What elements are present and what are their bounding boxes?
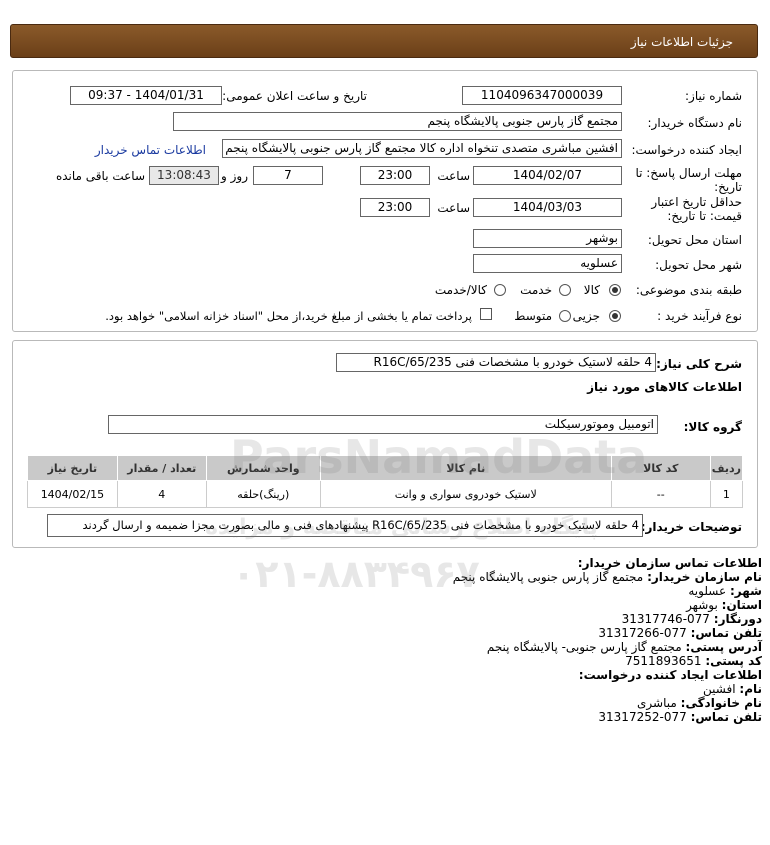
deadline-time-field[interactable]: 23:00 [360, 166, 430, 185]
buyer-org-field[interactable]: مجتمع گاز پارس جنوبی پالایشگاه پنجم [173, 112, 622, 131]
process-radio-medium[interactable] [559, 308, 571, 322]
contact-org: نام سازمان خریدار: مجتمع گاز پارس جنوبی … [452, 570, 762, 584]
goods-table: ردیف کد کالا نام کالا واحد شمارش تعداد /… [27, 455, 744, 508]
creator-field[interactable]: افشین مباشری متصدی تنخواه اداره کالا مجت… [222, 139, 622, 158]
cell-qty: 4 [116, 480, 207, 508]
validity-time-field[interactable]: 23:00 [360, 198, 430, 217]
category-service-label: خدمت [520, 283, 552, 297]
radio-empty-icon [494, 283, 506, 296]
contact-address: آدرس پستی: مجتمع گاز پارس جنوبی- پالایشگ… [486, 640, 762, 654]
category-radio-service[interactable] [559, 282, 571, 296]
creator-label: ایجاد کننده درخواست: [631, 143, 742, 157]
contact-fax: دورنگار: 077-31317746 [621, 612, 762, 626]
creator-family: نام خانوادگی: مباشری [637, 696, 762, 710]
need-desc-field[interactable]: 4 حلقه لاستیک خودرو با مشخصات فنی R16C/6… [336, 353, 656, 372]
process-label: نوع فرآیند خرید : [657, 309, 742, 323]
table-header-row: ردیف کد کالا نام کالا واحد شمارش تعداد /… [27, 455, 744, 481]
days-label: روز و [221, 169, 248, 183]
category-radio-goods[interactable] [609, 282, 621, 296]
cell-row: 1 [709, 480, 744, 508]
goods-info-title: اطلاعات کالاهای مورد نیاز [587, 380, 742, 394]
table-row[interactable]: 1 -- لاستیک خودروی سواری و وانت (رینگ)حل… [27, 480, 744, 508]
remaining-time-field: 13:08:43 [149, 166, 219, 185]
contact-section: اطلاعات تماس سازمان خریدار: نام سازمان خ… [22, 556, 762, 724]
radio-selected-icon [609, 309, 621, 322]
need-desc-label: شرح کلی نیاز: [656, 357, 742, 371]
category-label: طبقه بندی موضوعی: [635, 283, 742, 297]
validity-date-field[interactable]: 1404/03/03 [473, 198, 622, 217]
process-minor-label: جزیی [572, 309, 600, 323]
radio-empty-icon [559, 309, 571, 322]
contact-phone: تلفن تماس: 077-31317266 [598, 626, 762, 640]
page-header: جزئیات اطلاعات نیاز [10, 24, 758, 58]
goods-group-field[interactable]: اتومبیل وموتورسیکلت [108, 415, 658, 434]
page-title: جزئیات اطلاعات نیاز [630, 35, 733, 49]
contact-info-link[interactable]: اطلاعات تماس خریدار [95, 143, 206, 157]
validity-time-label: ساعت [437, 201, 470, 215]
col-unit-header: واحد شمارش [205, 455, 321, 481]
announce-label: تاریخ و ساعت اعلان عمومی: [222, 89, 367, 103]
validity-label-1: حداقل تاریخ اعتبار [651, 195, 742, 209]
deadline-date-field[interactable]: 1404/02/07 [473, 166, 622, 185]
city-label: شهر محل تحویل: [655, 258, 742, 272]
cell-code: -- [610, 480, 711, 508]
province-field[interactable]: بوشهر [473, 229, 622, 248]
buyer-org-label: نام دستگاه خریدار: [647, 116, 743, 130]
creator-phone: تلفن تماس: 077-31317252 [598, 710, 762, 724]
remaining-label: ساعت باقی مانده [55, 169, 145, 183]
deadline-label-1: مهلت ارسال پاسخ: تا [635, 166, 742, 180]
cell-unit: (رینگ)حلقه [205, 480, 321, 508]
category-radio-both[interactable] [494, 282, 506, 296]
col-qty-header: تعداد / مقدار [116, 455, 207, 481]
province-label: استان محل تحویل: [647, 233, 742, 247]
radio-empty-icon [559, 283, 571, 296]
category-goods-label: کالا [583, 283, 600, 297]
deadline-time-label: ساعت [437, 169, 470, 183]
deadline-label-2: تاریخ: [714, 180, 742, 194]
col-row-header: ردیف [709, 455, 744, 481]
col-name-header: نام کالا [319, 455, 612, 481]
days-field[interactable]: 7 [253, 166, 323, 185]
category-both-label: کالا/خدمت [434, 283, 487, 297]
col-date-header: تاریخ نیاز [27, 455, 118, 481]
col-code-header: کد کالا [610, 455, 711, 481]
announce-field[interactable]: 1404/01/31 - 09:37 [70, 86, 222, 105]
buyer-notes-field[interactable]: 4 حلقه لاستیک خودرو با مشخصات فنی R16C/6… [47, 514, 643, 537]
contact-province: استان: بوشهر [686, 598, 762, 612]
radio-selected-icon [609, 283, 621, 296]
cell-date: 1404/02/15 [27, 480, 118, 508]
contact-postal: کد پستی: 7511893651 [625, 654, 762, 668]
validity-label-2: قیمت: تا تاریخ: [667, 209, 742, 223]
contact-title: اطلاعات تماس سازمان خریدار: [577, 556, 762, 570]
need-number-label: شماره نیاز: [685, 89, 742, 103]
process-medium-label: متوسط [514, 309, 552, 323]
contact-city: شهر: عسلویه [688, 584, 762, 598]
cell-name: لاستیک خودروی سواری و وانت [319, 480, 612, 508]
process-radio-minor[interactable] [609, 308, 621, 322]
treasury-checkbox[interactable] [480, 308, 492, 320]
need-number-field[interactable]: 1104096347000039 [462, 86, 622, 105]
creator-title: اطلاعات ایجاد کننده درخواست: [578, 668, 762, 682]
buyer-notes-label: توضیحات خریدار: [640, 520, 742, 534]
treasury-note: پرداخت تمام یا بخشی از مبلغ خرید،از محل … [105, 309, 472, 323]
creator-name: نام: افشین [703, 682, 762, 696]
goods-group-label: گروه کالا: [683, 420, 742, 434]
city-field[interactable]: عسلویه [473, 254, 622, 273]
